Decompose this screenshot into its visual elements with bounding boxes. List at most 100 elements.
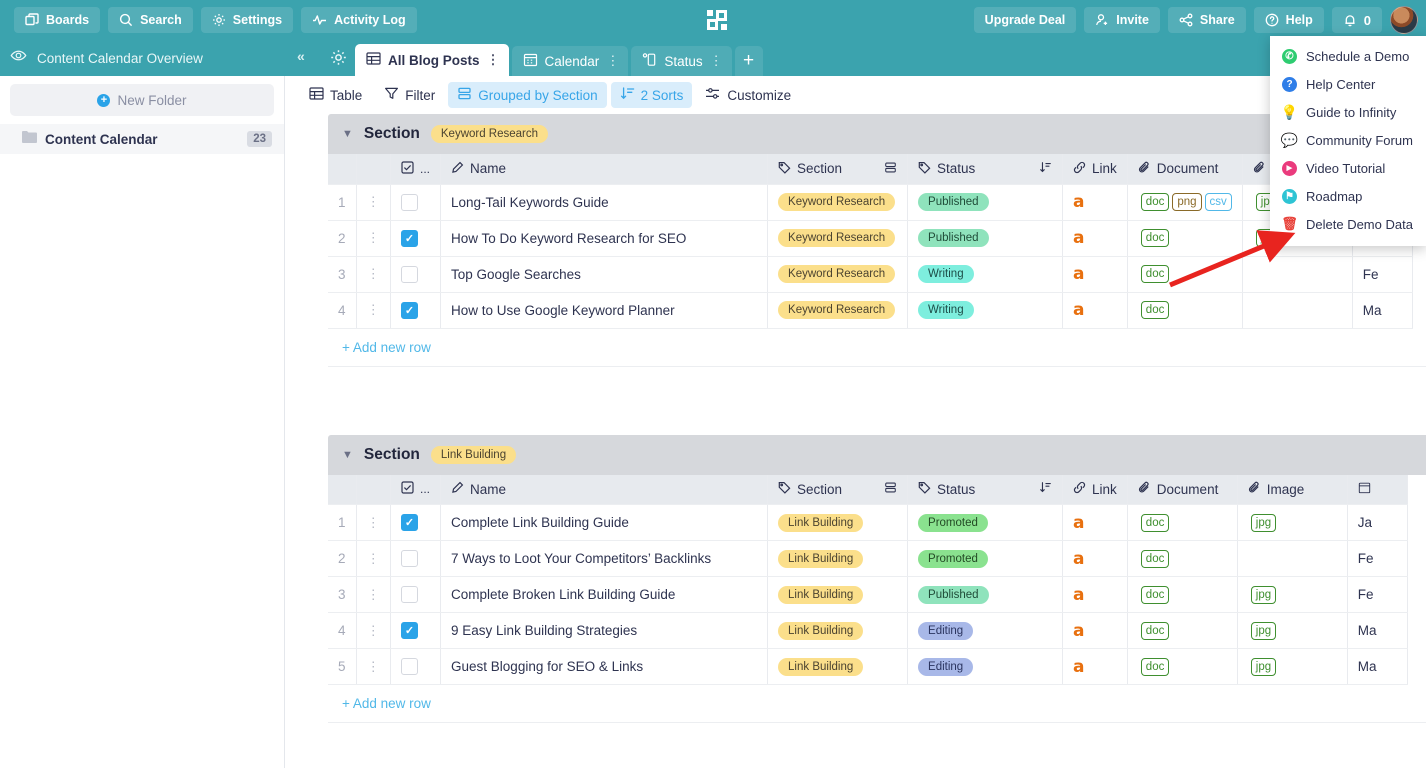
column-header-link[interactable]: Link — [1062, 474, 1128, 505]
file-badge-doc[interactable]: doc — [1140, 585, 1170, 604]
upgrade-deal-button[interactable]: Upgrade Deal — [973, 7, 1077, 33]
help-menu-item-schedule-a-demo[interactable]: ✆ Schedule a Demo — [1270, 42, 1426, 70]
table-row[interactable]: 4 ⋮ ✓ How to Use Google Keyword Planner Keyw… — [328, 292, 1413, 329]
row-menu-icon[interactable]: ⋮ — [356, 256, 392, 293]
cell-section[interactable]: Keyword Research — [767, 184, 909, 221]
amazon-link-icon[interactable]: a — [1073, 585, 1084, 605]
cell-link[interactable]: a — [1062, 576, 1128, 613]
file-badge-doc[interactable]: doc — [1140, 621, 1170, 640]
eye-icon[interactable] — [10, 48, 27, 68]
column-header-check[interactable]: ... — [390, 474, 442, 505]
column-header-document[interactable]: Document — [1127, 474, 1238, 505]
cell-date[interactable]: Fe — [1352, 256, 1413, 293]
cell-link[interactable]: a — [1062, 612, 1128, 649]
amazon-link-icon[interactable]: a — [1073, 513, 1084, 533]
cell-document[interactable]: doc — [1127, 292, 1243, 329]
help-menu-item-roadmap[interactable]: ⚑ Roadmap — [1270, 182, 1426, 210]
cell-status[interactable]: Writing — [907, 256, 1064, 293]
file-badge-doc[interactable]: doc — [1140, 193, 1170, 211]
table-row[interactable]: 3 ⋮ Complete Broken Link Building Guide Lin… — [328, 576, 1408, 613]
row-checkbox-cell[interactable]: ✓ — [390, 612, 442, 649]
cell-date[interactable]: Fe — [1347, 576, 1408, 613]
cell-name[interactable]: How to Use Google Keyword Planner — [440, 292, 769, 329]
amazon-link-icon[interactable]: a — [1073, 657, 1084, 677]
help-menu-item-guide-to-infinity[interactable]: 💡 Guide to Infinity — [1270, 98, 1426, 126]
row-checkbox[interactable]: ✓ — [401, 229, 419, 247]
cell-link[interactable]: a — [1062, 256, 1128, 293]
cell-section[interactable]: Link Building — [767, 576, 909, 613]
table-row[interactable]: 4 ⋮ ✓ 9 Easy Link Building Strategies Link B… — [328, 612, 1408, 649]
tab-menu-icon[interactable]: ⋮ — [606, 54, 619, 68]
settings-button[interactable]: Settings — [200, 7, 294, 33]
file-badge-jpg[interactable]: jpg — [1250, 585, 1277, 604]
cell-image[interactable] — [1242, 256, 1353, 293]
cell-section[interactable]: Keyword Research — [767, 220, 909, 257]
tab-calendar[interactable]: Calendar ⋮ — [511, 46, 629, 76]
column-header-status[interactable]: Status — [907, 474, 1064, 505]
cell-link[interactable]: a — [1062, 504, 1128, 541]
notifications-button[interactable]: 0 — [1331, 7, 1382, 33]
help-menu-item-delete-demo-data[interactable]: 🗑 Delete Demo Data — [1270, 210, 1426, 238]
row-menu-icon[interactable]: ⋮ — [356, 576, 392, 613]
cell-status[interactable]: Published — [907, 576, 1064, 613]
row-checkbox-cell[interactable] — [390, 184, 442, 221]
cell-name[interactable]: Complete Broken Link Building Guide — [440, 576, 769, 613]
cell-date[interactable]: Fe — [1347, 540, 1408, 577]
cell-date[interactable]: Ma — [1352, 292, 1413, 329]
table-row[interactable]: 2 ⋮ ✓ How To Do Keyword Research for SEO Key… — [328, 220, 1413, 257]
file-badge-png[interactable]: png — [1172, 193, 1202, 211]
cell-status[interactable]: Promoted — [907, 504, 1064, 541]
cell-document[interactable]: doc — [1127, 648, 1238, 685]
row-menu-icon[interactable]: ⋮ — [356, 292, 392, 329]
cell-name[interactable]: Top Google Searches — [440, 256, 769, 293]
file-badge-doc[interactable]: doc — [1140, 229, 1170, 247]
row-checkbox[interactable] — [401, 658, 419, 675]
cell-document[interactable]: doc png csv — [1127, 184, 1243, 221]
activity-log-button[interactable]: Activity Log — [301, 7, 417, 33]
cell-section[interactable]: Link Building — [767, 612, 909, 649]
cell-link[interactable]: a — [1062, 184, 1128, 221]
row-checkbox[interactable] — [401, 586, 419, 603]
cell-image[interactable]: jpg — [1237, 576, 1348, 613]
row-menu-icon[interactable]: ⋮ — [356, 648, 392, 685]
cell-section[interactable]: Link Building — [767, 540, 909, 577]
row-checkbox-cell[interactable] — [390, 256, 442, 293]
cell-image[interactable]: jpg — [1237, 612, 1348, 649]
row-checkbox-cell[interactable]: ✓ — [390, 220, 442, 257]
sort-icon[interactable] — [1039, 161, 1052, 177]
cell-image[interactable] — [1242, 292, 1353, 329]
cell-status[interactable]: Editing — [907, 648, 1064, 685]
add-tab-button[interactable]: + — [734, 46, 763, 76]
row-checkbox-cell[interactable] — [390, 576, 442, 613]
column-header-date[interactable] — [1347, 474, 1408, 505]
cell-document[interactable]: doc — [1127, 504, 1238, 541]
grid-scroll-area[interactable]: ▼ Section Keyword Research... Name Section St… — [286, 114, 1426, 768]
cell-link[interactable]: a — [1062, 292, 1128, 329]
cell-image[interactable]: jpg — [1237, 504, 1348, 541]
row-menu-icon[interactable]: ⋮ — [356, 220, 392, 257]
cell-status[interactable]: Editing — [907, 612, 1064, 649]
file-badge-doc[interactable]: doc — [1140, 549, 1170, 568]
amazon-link-icon[interactable]: a — [1073, 228, 1084, 248]
amazon-link-icon[interactable]: a — [1073, 192, 1084, 212]
boards-button[interactable]: Boards — [14, 7, 101, 33]
table-row[interactable]: 5 ⋮ Guest Blogging for SEO & Links Link Bui… — [328, 648, 1408, 685]
cell-document[interactable]: doc — [1127, 220, 1243, 257]
chevron-down-icon[interactable]: ▼ — [342, 128, 353, 140]
cell-section[interactable]: Link Building — [767, 648, 909, 685]
cell-name[interactable]: 7 Ways to Loot Your Competitors’ Backlin… — [440, 540, 769, 577]
cell-document[interactable]: doc — [1127, 540, 1238, 577]
row-checkbox-cell[interactable]: ✓ — [390, 504, 442, 541]
file-badge-jpg[interactable]: jpg — [1250, 657, 1277, 676]
row-menu-icon[interactable]: ⋮ — [356, 612, 392, 649]
cell-name[interactable]: How To Do Keyword Research for SEO — [440, 220, 769, 257]
tab-status[interactable]: Status ⋮ — [631, 46, 732, 76]
view-settings-gear-icon[interactable] — [330, 49, 347, 71]
add-new-row-button[interactable]: + Add new row — [328, 685, 1426, 723]
cell-date[interactable]: Ma — [1347, 648, 1408, 685]
column-header-status[interactable]: Status — [907, 154, 1064, 185]
amazon-link-icon[interactable]: a — [1073, 264, 1084, 284]
column-header-name[interactable]: Name — [440, 474, 769, 505]
file-badge-doc[interactable]: doc — [1140, 301, 1170, 319]
cell-link[interactable]: a — [1062, 220, 1128, 257]
